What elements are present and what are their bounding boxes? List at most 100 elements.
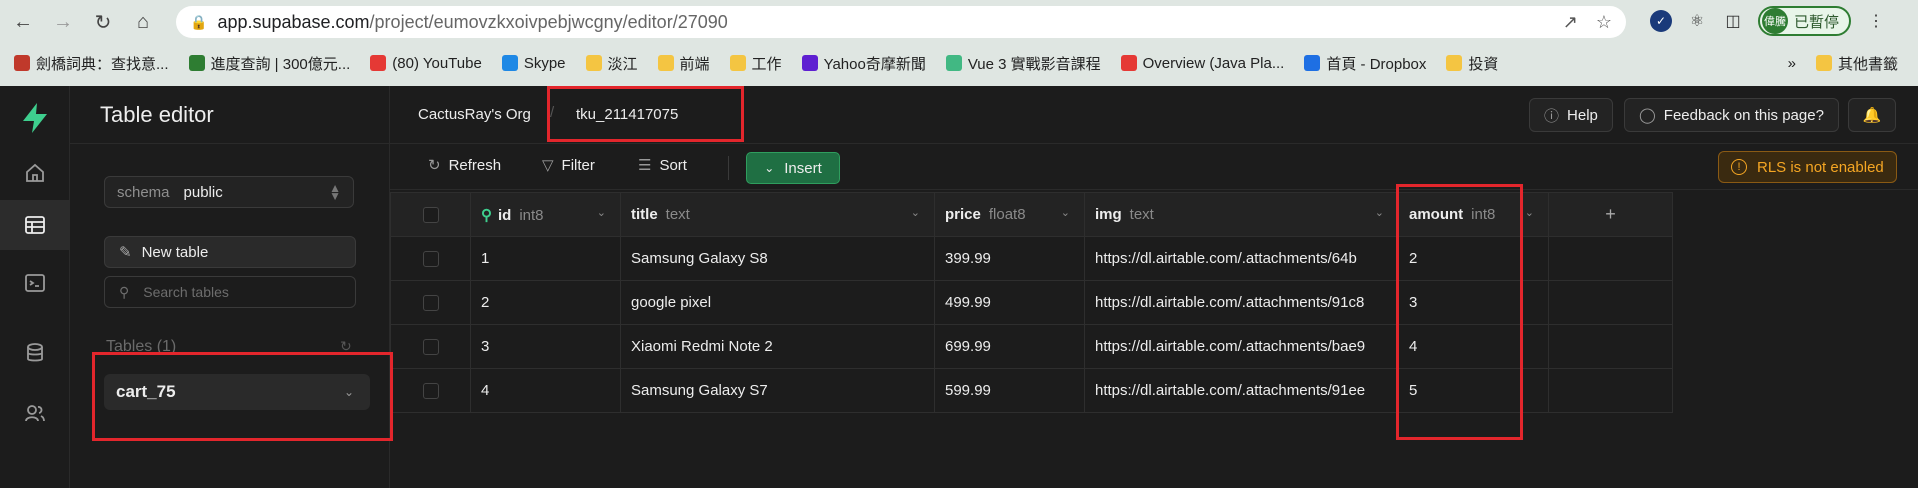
search-tables-input[interactable]: ⚲ Search tables (104, 276, 356, 308)
column-name: price (945, 206, 981, 223)
bookmark-item[interactable]: (80) YouTube (370, 55, 482, 72)
rls-warning-badge[interactable]: ! RLS is not enabled (1718, 151, 1897, 183)
menu-dots-icon[interactable]: ⋮ (1865, 10, 1887, 32)
cell-title[interactable]: Xiaomi Redmi Note 2 (620, 324, 935, 369)
supabase-logo-icon[interactable] (20, 102, 50, 134)
bookmark-item[interactable]: Overview (Java Pla... (1120, 55, 1284, 72)
other-bookmarks-folder[interactable]: 其他書籤 (1815, 53, 1898, 74)
select-all-checkbox[interactable] (422, 207, 439, 224)
bell-icon: 🔔 (1862, 107, 1882, 124)
feedback-button[interactable]: ◯ Feedback on this page? (1624, 98, 1839, 132)
cell-price[interactable]: 399.99 (934, 236, 1085, 281)
bookmark-item[interactable]: 工作 (729, 53, 782, 74)
help-button[interactable]: ⓘ Help (1529, 98, 1613, 132)
bookmark-item[interactable]: 進度查詢 | 300億元... (188, 53, 351, 74)
column-header-title[interactable]: title text ⌄ (620, 192, 935, 237)
home-icon[interactable]: ⌂ (126, 5, 160, 39)
sort-button[interactable]: ☰ Sort (638, 156, 687, 175)
cell-title[interactable]: google pixel (620, 280, 935, 325)
side-panel-icon[interactable]: ◫ (1722, 10, 1744, 32)
row-checkbox[interactable] (422, 251, 439, 268)
users-icon[interactable] (0, 388, 70, 438)
database-icon[interactable] (0, 328, 70, 378)
cell-img[interactable]: https://dl.airtable.com/.attachments/bae… (1084, 324, 1399, 369)
table-editor-icon[interactable] (0, 200, 70, 250)
chevron-down-icon[interactable]: ⌄ (1061, 206, 1070, 219)
notifications-button[interactable]: 🔔 (1848, 98, 1896, 132)
star-icon[interactable]: ☆ (1596, 12, 1612, 33)
bookmarks-overflow-button[interactable]: » (1788, 55, 1796, 72)
schema-label: schema (117, 183, 170, 201)
cell-img[interactable]: https://dl.airtable.com/.attachments/91c… (1084, 280, 1399, 325)
cell-price[interactable]: 499.99 (934, 280, 1085, 325)
column-header-img[interactable]: img text ⌄ (1084, 192, 1399, 237)
row-checkbox[interactable] (422, 339, 439, 356)
bookmark-icon (501, 55, 518, 71)
bookmark-item[interactable]: 首頁 - Dropbox (1304, 53, 1426, 74)
schema-select[interactable]: schema public ▲ ▼ (104, 176, 354, 208)
sql-editor-icon[interactable] (0, 258, 70, 308)
cell-id[interactable]: 2 (470, 280, 621, 325)
row-checkbox[interactable] (422, 383, 439, 400)
profile-chip[interactable]: 偉騰 已暫停 (1758, 6, 1852, 36)
bookmark-label: 前端 (679, 55, 710, 73)
sidebar-title: Table editor (70, 86, 389, 144)
bookmark-item[interactable]: 前端 (657, 53, 710, 74)
cell-id[interactable]: 4 (470, 368, 621, 413)
column-header-id[interactable]: ⚲ id int8 ⌄ (470, 192, 621, 237)
cell-img[interactable]: https://dl.airtable.com/.attachments/64b (1084, 236, 1399, 281)
reload-icon[interactable]: ↻ (86, 5, 120, 39)
bookmark-item[interactable]: Vue 3 實戰影音課程 (945, 53, 1101, 74)
column-header-price[interactable]: price float8 ⌄ (934, 192, 1085, 237)
row-checkbox[interactable] (422, 295, 439, 312)
bookmark-item[interactable]: 投資 (1446, 53, 1498, 74)
extension-check-icon[interactable]: ✓ (1650, 10, 1672, 32)
row-checkbox-cell[interactable] (390, 236, 471, 281)
bookmark-icon (1120, 55, 1137, 71)
bookmark-item[interactable]: Yahoo奇摩新聞 (801, 53, 926, 74)
puzzle-icon[interactable]: ⚛ (1686, 10, 1708, 32)
cell-empty (1548, 368, 1673, 413)
forward-arrow-icon[interactable]: → (46, 5, 80, 39)
cell-price[interactable]: 699.99 (934, 324, 1085, 369)
bookmark-label: 工作 (751, 55, 782, 73)
refresh-button[interactable]: ↻ Refresh (428, 156, 501, 175)
help-icon: ⓘ (1544, 107, 1560, 125)
bookmark-label: 進度查詢 | 300億元... (210, 55, 351, 73)
chevron-down-icon[interactable]: ⌄ (597, 206, 606, 219)
bookmark-item[interactable]: 淡江 (585, 53, 638, 74)
row-checkbox-cell[interactable] (390, 324, 471, 369)
column-name: title (631, 206, 658, 223)
filter-button[interactable]: ▽ Filter (542, 156, 595, 175)
bookmark-icon (1304, 55, 1321, 71)
select-all-checkbox-cell[interactable] (390, 192, 471, 237)
address-bar[interactable]: 🔒 app.supabase.com/project/eumovzkxoivpe… (176, 6, 1626, 38)
bookmark-item[interactable]: Skype (501, 55, 566, 72)
share-icon[interactable]: ↗ (1563, 12, 1578, 33)
home-icon[interactable] (0, 148, 70, 198)
new-table-button[interactable]: ✎ New table (104, 236, 356, 268)
cell-empty (1548, 280, 1673, 325)
lock-icon: 🔒 (190, 13, 208, 30)
cell-price[interactable]: 599.99 (934, 368, 1085, 413)
bookmark-icon (729, 55, 746, 71)
main-area: CactusRay's Org / tku_211417075 ⓘ Help ◯… (390, 86, 1918, 488)
cell-title[interactable]: Samsung Galaxy S8 (620, 236, 935, 281)
add-column-button[interactable]: + (1548, 192, 1673, 237)
row-checkbox-cell[interactable] (390, 368, 471, 413)
row-checkbox-cell[interactable] (390, 280, 471, 325)
chevron-down-icon[interactable]: ⌄ (1525, 206, 1534, 219)
nav-rail (0, 86, 70, 488)
breadcrumb-org[interactable]: CactusRay's Org (418, 106, 531, 123)
column-type: int8 (519, 206, 544, 224)
cell-img[interactable]: https://dl.airtable.com/.attachments/91e… (1084, 368, 1399, 413)
cell-id[interactable]: 3 (470, 324, 621, 369)
chevron-down-icon[interactable]: ⌄ (1375, 206, 1384, 219)
cell-title[interactable]: Samsung Galaxy S7 (620, 368, 935, 413)
insert-button[interactable]: ⌄ Insert (746, 152, 840, 184)
bookmark-item[interactable]: 劍橋詞典：查找意... (14, 53, 169, 74)
back-arrow-icon[interactable]: ← (6, 5, 40, 39)
cell-id[interactable]: 1 (470, 236, 621, 281)
sort-icon: ☰ (638, 157, 652, 174)
chevron-down-icon[interactable]: ⌄ (911, 206, 920, 219)
